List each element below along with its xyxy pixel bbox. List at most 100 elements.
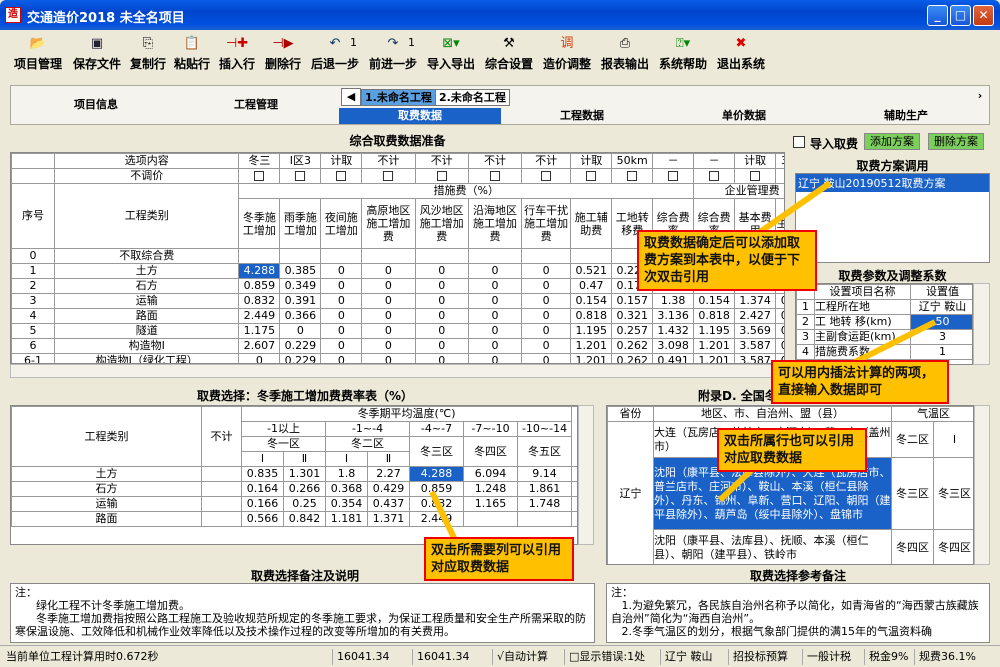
fee-cell[interactable]: 1.201: [693, 338, 736, 354]
option-cell[interactable]: 不计: [467, 153, 523, 169]
fee-cell[interactable]: 0: [361, 338, 416, 354]
fee-row[interactable]: 5隧道1.1750000001.1950.2571.4321.1953.5690…: [11, 323, 784, 339]
winter-cell[interactable]: 0.166: [241, 496, 284, 512]
fee-cell[interactable]: 0: [414, 308, 469, 324]
fee-cell[interactable]: 1.432: [652, 323, 695, 339]
winter-cell[interactable]: 1.301: [283, 466, 326, 482]
param-row[interactable]: 3 主副食运距(km) 3: [796, 329, 972, 345]
param-row[interactable]: 2工 地转 移(km) 50: [796, 314, 972, 330]
fee-cell[interactable]: 0.818: [570, 308, 613, 324]
fee-cell[interactable]: 0.154: [570, 293, 613, 309]
status-errors[interactable]: □显示错误:1处: [564, 649, 660, 665]
save-file-button[interactable]: ▣ 保存文件: [68, 33, 126, 77]
param-value[interactable]: 辽宁 鞍山: [910, 299, 972, 315]
fee-cell[interactable]: [361, 248, 416, 264]
fee-row[interactable]: 3 运输 0.832 0.391 0 0 0 0 0 0.154 0.157 1.38 0.154 1.3…: [11, 293, 784, 309]
option-cell[interactable]: 不计: [414, 153, 469, 169]
fee-cell[interactable]: 0: [361, 278, 416, 294]
subtab-project-data[interactable]: 工程数据: [501, 108, 663, 124]
fee-cell[interactable]: [570, 248, 613, 264]
winter-cell[interactable]: 1.861: [516, 481, 573, 497]
fee-cell[interactable]: 0.366: [279, 308, 322, 324]
option-cell[interactable]: 50km: [611, 153, 654, 169]
fee-cell[interactable]: 0: [320, 263, 363, 279]
winter-cell[interactable]: 1.8: [325, 466, 368, 482]
winter-cell[interactable]: 2.449: [409, 511, 464, 527]
fee-cell[interactable]: 0.06: [775, 308, 784, 324]
fee-cell[interactable]: 0.47: [570, 278, 613, 294]
project-manage-tab[interactable]: 工程管理: [181, 86, 331, 124]
param-value[interactable]: 3: [910, 329, 972, 345]
fee-cell[interactable]: 1.201: [570, 353, 613, 363]
fee-cell[interactable]: 0: [521, 338, 572, 354]
winter-cell[interactable]: 0.566: [241, 511, 284, 527]
fee-cell[interactable]: 0: [414, 263, 469, 279]
fee-cell[interactable]: 0.321: [611, 308, 654, 324]
fee-cell[interactable]: 0: [361, 323, 416, 339]
fee-cell[interactable]: 0: [467, 323, 523, 339]
fee-cell[interactable]: 0.349: [279, 278, 322, 294]
param-row[interactable]: 4 措施费系数 1: [796, 344, 972, 360]
fee-cell[interactable]: 0.229: [279, 338, 322, 354]
winter-cell[interactable]: 0.429: [367, 481, 410, 497]
winter-cell[interactable]: 2.27: [367, 466, 410, 482]
fee-cell[interactable]: 0.491: [652, 353, 695, 363]
fee-row[interactable]: 6 构造物Ⅰ 2.607 0.229 0 0 0 0 0 1.201 0.262 3.098 1.201…: [11, 338, 784, 354]
fee-cell[interactable]: 0.257: [611, 323, 654, 339]
fee-cell[interactable]: 2.449: [238, 308, 281, 324]
nocalc-checkbox[interactable]: [627, 171, 638, 181]
minimize-button[interactable]: _: [927, 5, 948, 26]
option-cell[interactable]: 不计: [361, 153, 416, 169]
fee-cell[interactable]: 0: [238, 353, 281, 363]
fee-cell[interactable]: 0.11: [775, 293, 784, 309]
fee-cell[interactable]: 0.818: [693, 308, 736, 324]
nocalc-checkbox[interactable]: [336, 171, 347, 181]
winter-row[interactable]: 石方 0.164 0.266 0.368 0.429 0.859 1.248 1.861: [11, 481, 577, 497]
fee-cell[interactable]: 0.262: [611, 338, 654, 354]
fee-cell[interactable]: 0: [521, 308, 572, 324]
nocalc-checkbox[interactable]: [254, 171, 265, 181]
fee-cell[interactable]: [467, 248, 523, 264]
fee-cell[interactable]: 0: [521, 263, 572, 279]
fee-cell[interactable]: 0: [467, 263, 523, 279]
fee-cell[interactable]: 0: [467, 293, 523, 309]
price-adjust-button[interactable]: 调造价调整: [538, 33, 596, 77]
subtab-price-data[interactable]: 单价数据: [663, 108, 825, 124]
winter-cell[interactable]: [463, 511, 518, 527]
winter-row[interactable]: 路面 0.566 0.842 1.181 1.371 2.449: [11, 511, 577, 527]
fee-cell[interactable]: 0: [361, 293, 416, 309]
fee-cell[interactable]: 0: [521, 353, 572, 363]
fee-cell[interactable]: 2.427: [734, 308, 777, 324]
fee-cell[interactable]: 0: [279, 323, 322, 339]
fee-cell[interactable]: 0: [467, 353, 523, 363]
option-cell[interactable]: －: [693, 153, 736, 169]
exit-system-button[interactable]: ✖ 退出系统: [712, 33, 770, 77]
fee-cell[interactable]: 0: [320, 353, 363, 363]
nocalc-checkbox[interactable]: [383, 171, 394, 181]
fee-cell[interactable]: [279, 248, 322, 264]
fee-cell[interactable]: 3.136: [652, 308, 695, 324]
copy-row-button[interactable]: ⎘ 复制行: [126, 33, 170, 77]
param-row[interactable]: 1 工程所在地 辽宁 鞍山: [796, 299, 972, 315]
winter-cell[interactable]: [516, 511, 573, 527]
fee-cell[interactable]: 0.11: [775, 338, 784, 354]
winter-cell[interactable]: 6.094: [463, 466, 518, 482]
winter-cell[interactable]: 0.368: [325, 481, 368, 497]
fee-cell[interactable]: 1.195: [693, 323, 736, 339]
fee-cell[interactable]: 0: [467, 308, 523, 324]
import-fee-checkbox[interactable]: [793, 136, 805, 148]
fee-cell[interactable]: 1.195: [570, 323, 613, 339]
fee-table-hscroll[interactable]: [10, 364, 785, 378]
import-export-button[interactable]: ⊠▾ 导入导出: [422, 33, 480, 77]
appendix-vscroll[interactable]: [974, 405, 990, 565]
subtab-fee-data[interactable]: 取费数据: [339, 108, 501, 124]
fee-cell[interactable]: 0: [320, 338, 363, 354]
fee-cell[interactable]: 3.569: [734, 323, 777, 339]
fee-cell[interactable]: 0.262: [611, 353, 654, 363]
nocalc-checkbox[interactable]: [750, 171, 761, 181]
fee-cell[interactable]: 0: [414, 293, 469, 309]
fee-cell[interactable]: 0: [521, 323, 572, 339]
fee-cell[interactable]: 3.587: [734, 353, 777, 363]
insert-row-button[interactable]: ⊣✚ 插入行: [214, 33, 260, 77]
nocalc-checkbox[interactable]: [668, 171, 679, 181]
